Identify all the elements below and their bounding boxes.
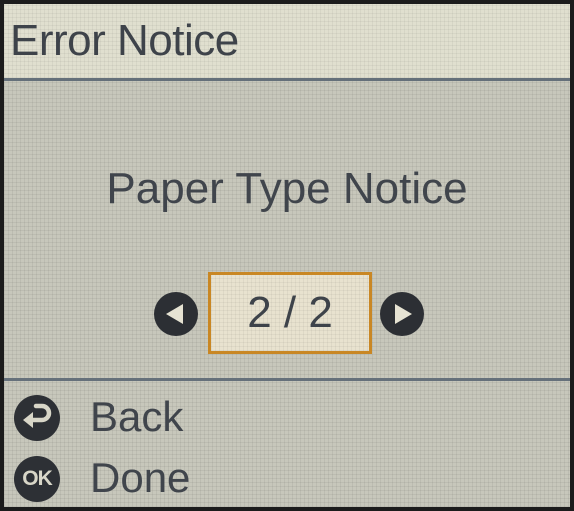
page-title: Error Notice xyxy=(10,16,239,65)
right-arrow-icon[interactable] xyxy=(380,292,424,336)
notice-title: Paper Type Notice xyxy=(106,164,468,213)
done-label: Done xyxy=(90,454,191,501)
ok-icon: OK xyxy=(14,456,60,502)
page-navigator: 2 / 2 xyxy=(4,272,570,354)
page-indicator[interactable]: 2 / 2 xyxy=(208,272,372,354)
back-button[interactable]: Back xyxy=(14,389,554,445)
footer-divider xyxy=(4,378,570,381)
printer-lcd-screen: Error Notice Paper Type Notice 2 / 2 Bac… xyxy=(4,4,570,507)
back-label: Back xyxy=(90,393,184,440)
left-arrow-icon[interactable] xyxy=(154,292,198,336)
back-icon xyxy=(14,395,60,441)
header-bar: Error Notice xyxy=(4,4,570,81)
done-button[interactable]: OK Done xyxy=(14,450,554,506)
ok-icon-text: OK xyxy=(22,467,53,490)
